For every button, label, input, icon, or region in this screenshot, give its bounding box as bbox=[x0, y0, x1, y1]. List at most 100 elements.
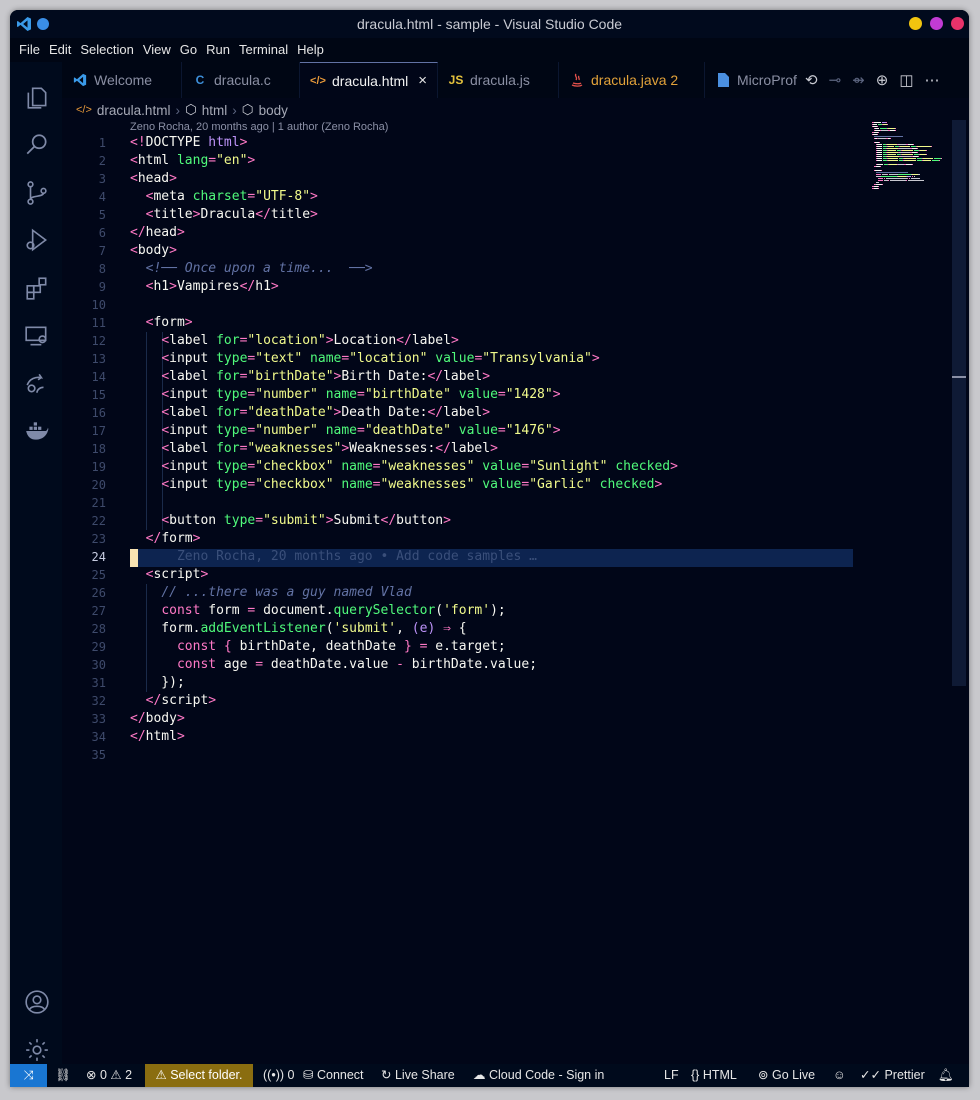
feedback-icon[interactable]: ☺ bbox=[833, 1064, 846, 1087]
code-token: > bbox=[325, 333, 334, 348]
next-change-icon[interactable]: ⇴ bbox=[852, 71, 865, 89]
code-token: label bbox=[411, 333, 451, 348]
vertical-scrollbar[interactable] bbox=[952, 120, 966, 686]
warning-icon: ⚠ bbox=[110, 1068, 122, 1082]
accounts-icon[interactable] bbox=[23, 988, 51, 1016]
code-token: for bbox=[208, 405, 240, 420]
split-editor-icon[interactable]: ◫ bbox=[899, 71, 913, 89]
breadcrumb-html[interactable]: html bbox=[202, 103, 228, 118]
minimap-stroke bbox=[932, 160, 939, 161]
close-tab-icon[interactable]: × bbox=[418, 72, 427, 89]
codelens-blame[interactable]: Zeno Rocha, 20 months ago | 1 author (Ze… bbox=[130, 121, 388, 133]
tab-dracula-html[interactable]: </> dracula.html × bbox=[300, 62, 438, 98]
minimap-stroke bbox=[913, 144, 914, 145]
menu-view[interactable]: View bbox=[143, 42, 171, 57]
code-line: <meta charset="UTF-8"> bbox=[130, 188, 318, 206]
code-token: </ bbox=[130, 225, 146, 240]
live-share-icon[interactable] bbox=[23, 369, 51, 397]
source-control-icon[interactable] bbox=[23, 179, 51, 207]
menu-selection[interactable]: Selection bbox=[80, 42, 133, 57]
code-token: Death Date: bbox=[341, 405, 428, 420]
menu-edit[interactable]: Edit bbox=[49, 42, 71, 57]
line-number: 7 bbox=[98, 244, 106, 258]
tab-welcome[interactable]: Welcome bbox=[62, 62, 182, 98]
minimap-stroke bbox=[877, 164, 883, 165]
code-token: "deathDate" bbox=[364, 423, 451, 438]
ports-count: 0 bbox=[287, 1068, 295, 1082]
code-line: <input type="text" name="location" value… bbox=[130, 350, 599, 368]
live-share-status[interactable]: ↻ Live Share bbox=[381, 1064, 455, 1087]
code-token: type bbox=[208, 387, 248, 402]
tab-dracula-c[interactable]: C dracula.c bbox=[182, 62, 300, 98]
connect-label: Connect bbox=[316, 1068, 364, 1082]
problems-status[interactable]: ⊗ 0 ⚠ 2 bbox=[86, 1064, 132, 1087]
more-actions-icon[interactable]: ⋯ bbox=[925, 71, 940, 89]
minimap-stroke bbox=[887, 144, 897, 145]
minimap-stroke bbox=[881, 130, 888, 131]
cloud-code-status[interactable]: ☁ Cloud Code - Sign in bbox=[473, 1064, 604, 1087]
minimap-stroke bbox=[877, 154, 882, 155]
minimap-stroke bbox=[884, 178, 885, 179]
code-token: > bbox=[239, 135, 248, 150]
menu-terminal[interactable]: Terminal bbox=[239, 42, 288, 57]
remote-indicator-icon[interactable]: ⤨ bbox=[10, 1064, 47, 1087]
settings-gear-icon[interactable] bbox=[23, 1036, 51, 1064]
open-changes-icon[interactable]: ⟲ bbox=[805, 71, 818, 89]
minimap-stroke bbox=[923, 160, 931, 161]
ports-status[interactable]: ((•)) 0 bbox=[263, 1064, 294, 1087]
minimize-button[interactable] bbox=[909, 17, 922, 30]
code-token: type bbox=[216, 513, 256, 528]
chevron-right-icon: › bbox=[175, 102, 180, 118]
menu-go[interactable]: Go bbox=[180, 42, 197, 57]
minimap[interactable] bbox=[858, 120, 954, 200]
tab-dracula-java[interactable]: dracula.java 2 bbox=[559, 62, 705, 98]
connect-status[interactable]: ⛁ Connect bbox=[303, 1064, 364, 1087]
go-live-status[interactable]: ⊚ Go Live bbox=[758, 1064, 815, 1087]
docker-icon[interactable] bbox=[23, 417, 51, 445]
minimap-stroke bbox=[895, 130, 896, 131]
code-line: form.addEventListener('submit', (e) ⇒ { bbox=[130, 620, 466, 638]
prettier-status[interactable]: ✓✓ Prettier bbox=[860, 1064, 925, 1087]
explorer-icon[interactable] bbox=[23, 84, 51, 112]
tab-dracula-js[interactable]: JS dracula.js bbox=[438, 62, 559, 98]
code-token: = bbox=[372, 477, 381, 492]
minimap-stroke bbox=[908, 176, 911, 177]
code-token: }); bbox=[130, 675, 185, 690]
code-token: body bbox=[145, 711, 177, 726]
language-status[interactable]: {} HTML bbox=[691, 1064, 737, 1087]
close-button[interactable] bbox=[951, 17, 964, 30]
code-line: // ...there was a guy named Vlad bbox=[130, 584, 411, 602]
extensions-icon[interactable] bbox=[23, 274, 51, 302]
code-token: "birthDate" bbox=[364, 387, 451, 402]
code-token: > bbox=[552, 387, 561, 402]
menu-run[interactable]: Run bbox=[206, 42, 230, 57]
html-file-icon: </> bbox=[76, 104, 92, 116]
line-number: 3 bbox=[98, 172, 106, 186]
search-icon[interactable] bbox=[23, 131, 51, 159]
select-folder-button[interactable]: ⚠ Select folder. bbox=[145, 1064, 253, 1087]
breadcrumb-body[interactable]: body bbox=[259, 103, 288, 118]
minimap-stroke bbox=[876, 172, 908, 173]
code-token: head bbox=[145, 225, 177, 240]
code-token: title bbox=[153, 207, 193, 222]
run-debug-icon[interactable] bbox=[23, 226, 51, 254]
menu-help[interactable]: Help bbox=[297, 42, 324, 57]
eol-status[interactable]: LF bbox=[664, 1064, 679, 1087]
menu-file[interactable]: File bbox=[19, 42, 40, 57]
code-token: type bbox=[208, 477, 248, 492]
maximize-button[interactable] bbox=[930, 17, 943, 30]
source-control-status-icon[interactable]: ⛓ bbox=[55, 1064, 71, 1087]
timeline-icon[interactable]: ⊕ bbox=[876, 71, 889, 89]
remote-explorer-icon[interactable] bbox=[23, 322, 51, 350]
minimap-stroke bbox=[889, 164, 897, 165]
code-token: "Sunlight" bbox=[529, 459, 608, 474]
previous-change-icon[interactable]: ⊸ bbox=[829, 71, 842, 89]
code-token: for bbox=[208, 441, 240, 456]
warning-icon: ⚠ bbox=[155, 1068, 167, 1082]
tab-microprof[interactable]: MicroProf bbox=[705, 62, 805, 98]
breadcrumb-file[interactable]: dracula.html bbox=[97, 103, 171, 118]
notifications-bell-icon[interactable]: 🔔︎ bbox=[938, 1064, 954, 1087]
code-token: < bbox=[130, 153, 138, 168]
code-line: <head> bbox=[130, 170, 177, 188]
